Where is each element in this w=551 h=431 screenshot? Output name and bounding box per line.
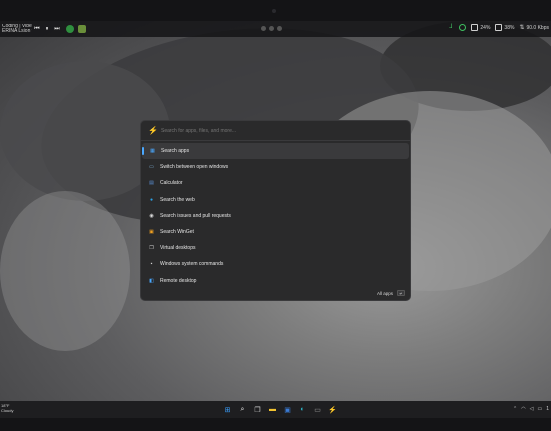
wallpaper-shape xyxy=(0,191,130,351)
bottom-bezel xyxy=(0,418,551,431)
memory-icon xyxy=(495,24,503,31)
dot xyxy=(261,26,266,31)
volume-icon[interactable]: ◁ xyxy=(530,406,534,412)
result-item-label: Virtual desktops xyxy=(160,245,196,252)
result-item-label: Search apps xyxy=(161,148,190,155)
result-item[interactable]: ▣ Search WinGet xyxy=(141,224,410,240)
powertoys-icon[interactable]: ⚡ xyxy=(327,404,338,415)
result-item-label: Search WinGet xyxy=(160,229,194,236)
remote-desktop-icon: ◧ xyxy=(149,277,154,284)
result-item[interactable]: ◉ Search issues and pull requests xyxy=(141,208,410,224)
edge-icon[interactable]: ◐ xyxy=(297,404,308,415)
taskbar: 18°F Cloudy ⊞ ⌕ ❐ ▬ ▣ ◐ ▭ ⚡ ⌃ ◠ ◁ ▭ 1 xyxy=(0,401,551,418)
windows-start-icon[interactable]: ⊞ xyxy=(222,404,233,415)
stat-network-speed: ⇅ 90.0 Kbps xyxy=(519,24,549,32)
stat-memory: 38% xyxy=(495,24,514,31)
result-item[interactable]: ▪ Windows system commands xyxy=(141,256,410,272)
result-item-label: Windows system commands xyxy=(160,261,224,268)
camera xyxy=(272,9,276,13)
network-speed-value: 90.0 Kbps xyxy=(526,24,549,31)
apps-icon: ▦ xyxy=(150,148,155,155)
palette-footer: All apps ↵ xyxy=(377,290,405,296)
github-icon: ◉ xyxy=(149,212,154,219)
search-row[interactable]: ⚡ xyxy=(141,121,410,141)
web-icon: ● xyxy=(149,196,154,203)
status-ok-icon xyxy=(459,24,467,31)
terminal-icon[interactable]: ▭ xyxy=(312,404,323,415)
result-item-label: Search issues and pull requests xyxy=(160,212,231,219)
result-item-label: Calculator xyxy=(160,180,183,187)
dot xyxy=(269,26,274,31)
chevron-up-icon[interactable]: ⌃ xyxy=(513,406,517,412)
skip-back-icon[interactable]: ⏮ xyxy=(32,24,42,34)
result-item-label: Remote desktop xyxy=(160,277,197,284)
result-item[interactable]: ● Search the web xyxy=(141,192,410,208)
windows-switch-icon: ▭ xyxy=(149,164,154,171)
pause-icon[interactable]: ⏸ xyxy=(42,24,52,34)
stat-cpu: 24% xyxy=(471,24,490,31)
media-subtitle: ERINA Lsion ft... xyxy=(2,28,32,34)
winget-icon: ▣ xyxy=(149,229,154,236)
calculator-icon: ▤ xyxy=(149,180,154,187)
memory-value: 38% xyxy=(504,24,515,31)
clock[interactable]: 1 xyxy=(546,406,549,412)
result-item[interactable]: ▦ Search apps xyxy=(142,143,409,160)
cpu-value: 24% xyxy=(480,24,491,31)
media-info: Coding | Vibe ERINA Lsion ft... xyxy=(2,24,32,34)
cpu-icon xyxy=(471,24,479,31)
window-dots xyxy=(261,26,282,31)
result-item[interactable]: ▤ Calculator xyxy=(141,175,410,191)
weather-desc: Cloudy xyxy=(1,408,14,413)
result-item-label: Switch between open windows xyxy=(160,164,229,171)
enter-key-icon: ↵ xyxy=(397,290,405,296)
search-icon[interactable]: ⌕ xyxy=(237,404,248,415)
dot xyxy=(277,26,282,31)
top-status-bar: Coding | Vibe ERINA Lsion ft... ⏮ ⏸ ⏭ ⅃ … xyxy=(0,21,551,37)
network-icon: ⅃ xyxy=(449,24,453,30)
app-icon[interactable] xyxy=(78,25,86,33)
result-item-label: Search the web xyxy=(160,196,195,203)
battery-icon[interactable]: ▭ xyxy=(537,406,542,412)
spotify-icon[interactable] xyxy=(66,25,74,33)
network-speed-icon: ⇅ xyxy=(519,25,525,31)
result-item[interactable]: ❐ Virtual desktops xyxy=(141,240,410,256)
result-item[interactable]: ◧ Remote desktop xyxy=(141,273,410,289)
system-stats: ⅃ 24% 38% ⇅ 90.0 Kbps xyxy=(447,24,549,31)
result-item[interactable]: ▭ Switch between open windows xyxy=(141,159,410,175)
stat-status xyxy=(459,24,467,31)
search-input[interactable] xyxy=(161,127,381,134)
wifi-icon[interactable]: ◠ xyxy=(521,406,525,412)
store-icon[interactable]: ▣ xyxy=(282,404,293,415)
weather-widget[interactable]: 18°F Cloudy xyxy=(1,403,13,413)
powertoys-run-icon: ⚡ xyxy=(148,126,158,135)
stat-network: ⅃ xyxy=(447,24,454,31)
file-explorer-icon[interactable]: ▬ xyxy=(267,404,278,415)
taskbar-apps: ⊞ ⌕ ❐ ▬ ▣ ◐ ▭ ⚡ xyxy=(222,404,338,415)
system-tray: ⌃ ◠ ◁ ▭ 1 xyxy=(513,406,549,412)
all-apps-label[interactable]: All apps xyxy=(377,291,393,296)
system-commands-icon: ▪ xyxy=(150,261,153,268)
command-palette: ⚡ ▦ Search apps ▭ Switch between open windo… xyxy=(140,120,411,301)
task-view-icon[interactable]: ❐ xyxy=(252,404,263,415)
media-widget: Coding | Vibe ERINA Lsion ft... ⏮ ⏸ ⏭ xyxy=(0,24,86,34)
skip-forward-icon[interactable]: ⏭ xyxy=(52,24,62,34)
virtual-desktops-icon: ❐ xyxy=(149,245,154,252)
results-list: ▦ Search apps ▭ Switch between open windows… xyxy=(141,141,410,289)
